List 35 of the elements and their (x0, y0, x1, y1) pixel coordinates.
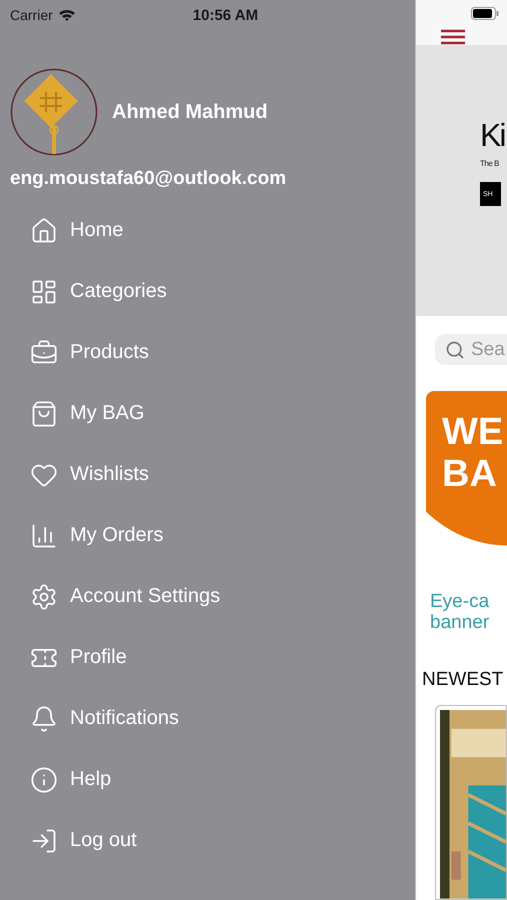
promo-title: WE (442, 411, 504, 454)
home-icon (30, 216, 58, 244)
bell-icon (30, 704, 58, 732)
banner-subtitle: The B (480, 159, 499, 168)
promo-caption: Eye-ca (430, 591, 490, 612)
clock: 10:56 AM (192, 6, 258, 24)
menu-item[interactable]: My BAG (30, 383, 144, 444)
carrier-label: Carrier (10, 7, 53, 23)
menu-icon[interactable] (441, 29, 465, 45)
promo-caption: banner (430, 612, 490, 634)
menu-item[interactable]: Log out (30, 810, 137, 871)
menu-item[interactable]: Help (30, 749, 112, 810)
battery-icon (471, 7, 499, 20)
bag-icon (30, 400, 58, 428)
promo-title: BA (442, 453, 498, 496)
settings-icon (30, 582, 58, 610)
menu-item[interactable]: Profile (30, 627, 127, 688)
banner-title: Ki (480, 116, 504, 155)
menu-item[interactable]: Account Settings (30, 566, 220, 627)
bar-chart-icon (30, 522, 58, 550)
user-email: eng.moustafa60@outlook.com (9, 167, 288, 190)
user-name: Ahmed Mahmud (112, 100, 268, 124)
wifi-icon (58, 8, 76, 22)
menu-item[interactable]: Wishlists (30, 444, 149, 505)
search-field[interactable]: Sea (435, 334, 507, 366)
menu-item[interactable]: Products (30, 322, 149, 383)
menu-item[interactable]: Notifications (30, 688, 179, 749)
section-title: NEWEST (422, 669, 504, 692)
menu-item[interactable]: Categories (30, 261, 167, 322)
search-icon (445, 340, 465, 360)
exit-icon (30, 826, 58, 854)
info-icon (30, 766, 58, 794)
menu-item[interactable]: Home (30, 200, 124, 261)
grid-icon (30, 278, 58, 306)
menu-item[interactable]: My Orders (30, 505, 164, 566)
